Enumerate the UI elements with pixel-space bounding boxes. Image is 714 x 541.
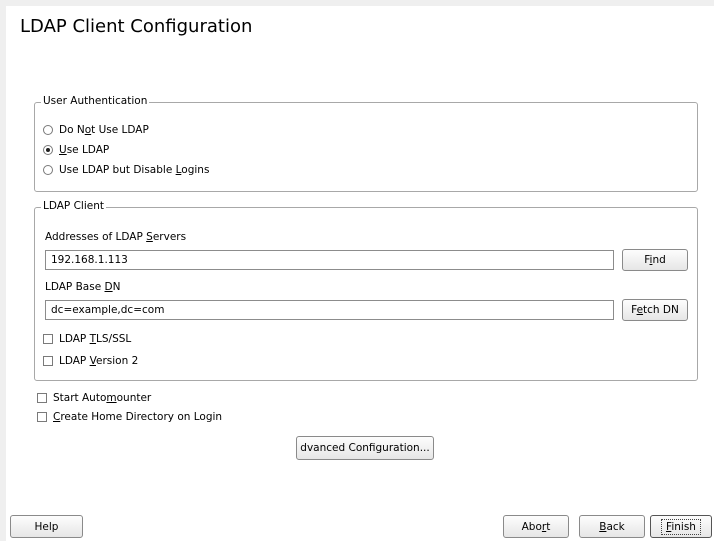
- user-authentication-legend: User Authentication: [41, 95, 150, 107]
- fetch-dn-button[interactable]: Fetch DN: [622, 299, 688, 321]
- ldap-client-legend: LDAP Client: [41, 200, 107, 212]
- radio-button-icon[interactable]: [43, 165, 53, 175]
- radio-do-not-use-ldap[interactable]: Do Not Use LDAP: [43, 124, 149, 136]
- back-button-label: Back: [599, 520, 625, 533]
- checkbox-icon[interactable]: [37, 412, 47, 422]
- checkbox-icon[interactable]: [37, 393, 47, 403]
- back-button[interactable]: Back: [579, 515, 645, 538]
- start-automounter-checkbox[interactable]: Start Automounter: [37, 392, 151, 404]
- checkbox-label: Start Automounter: [53, 392, 152, 404]
- checkbox-icon[interactable]: [43, 334, 53, 344]
- checkbox-label: Create Home Directory on Login: [53, 411, 223, 423]
- radio-button-icon[interactable]: [43, 125, 53, 135]
- help-button-label: Help: [34, 520, 59, 533]
- fetch-dn-button-label: Fetch DN: [631, 304, 679, 316]
- main-panel: LDAP Client Configuration User Authentic…: [6, 6, 714, 541]
- ldap-servers-label: Addresses of LDAP Servers: [45, 231, 187, 243]
- radio-use-ldap-disable-logins[interactable]: Use LDAP but Disable Logins: [43, 164, 209, 176]
- create-home-directory-checkbox[interactable]: Create Home Directory on Login: [37, 411, 222, 423]
- page-title: LDAP Client Configuration: [20, 16, 253, 37]
- checkbox-label: LDAP TLS/SSL: [59, 333, 132, 345]
- ldap-base-dn-input[interactable]: dc=example,dc=com: [45, 300, 614, 320]
- radio-label: Use LDAP: [59, 144, 110, 156]
- find-button-label: Find: [644, 254, 666, 266]
- user-authentication-group: User Authentication Do Not Use LDAP Use …: [34, 95, 698, 192]
- radio-label: Use LDAP but Disable Logins: [59, 164, 210, 176]
- abort-button-label: Abort: [521, 520, 551, 533]
- abort-button[interactable]: Abort: [503, 515, 569, 538]
- advanced-configuration-label: dvanced Configuration...: [300, 442, 430, 454]
- finish-button-label: Finish: [661, 518, 701, 535]
- radio-button-selected-icon[interactable]: [43, 145, 53, 155]
- help-button[interactable]: Help: [10, 515, 83, 538]
- ldap-base-dn-label: LDAP Base DN: [45, 281, 121, 293]
- find-button[interactable]: Find: [622, 249, 688, 271]
- advanced-configuration-button[interactable]: dvanced Configuration...: [296, 436, 434, 460]
- ldap-version-2-checkbox[interactable]: LDAP Version 2: [43, 355, 138, 367]
- finish-button[interactable]: Finish: [650, 515, 712, 538]
- radio-label: Do Not Use LDAP: [59, 124, 149, 136]
- ldap-tls-ssl-checkbox[interactable]: LDAP TLS/SSL: [43, 333, 131, 345]
- checkbox-icon[interactable]: [43, 356, 53, 366]
- ldap-servers-input[interactable]: 192.168.1.113: [45, 250, 614, 270]
- radio-use-ldap[interactable]: Use LDAP: [43, 144, 109, 156]
- ldap-client-group: LDAP Client Addresses of LDAP Servers 19…: [34, 200, 698, 381]
- checkbox-label: LDAP Version 2: [59, 355, 139, 367]
